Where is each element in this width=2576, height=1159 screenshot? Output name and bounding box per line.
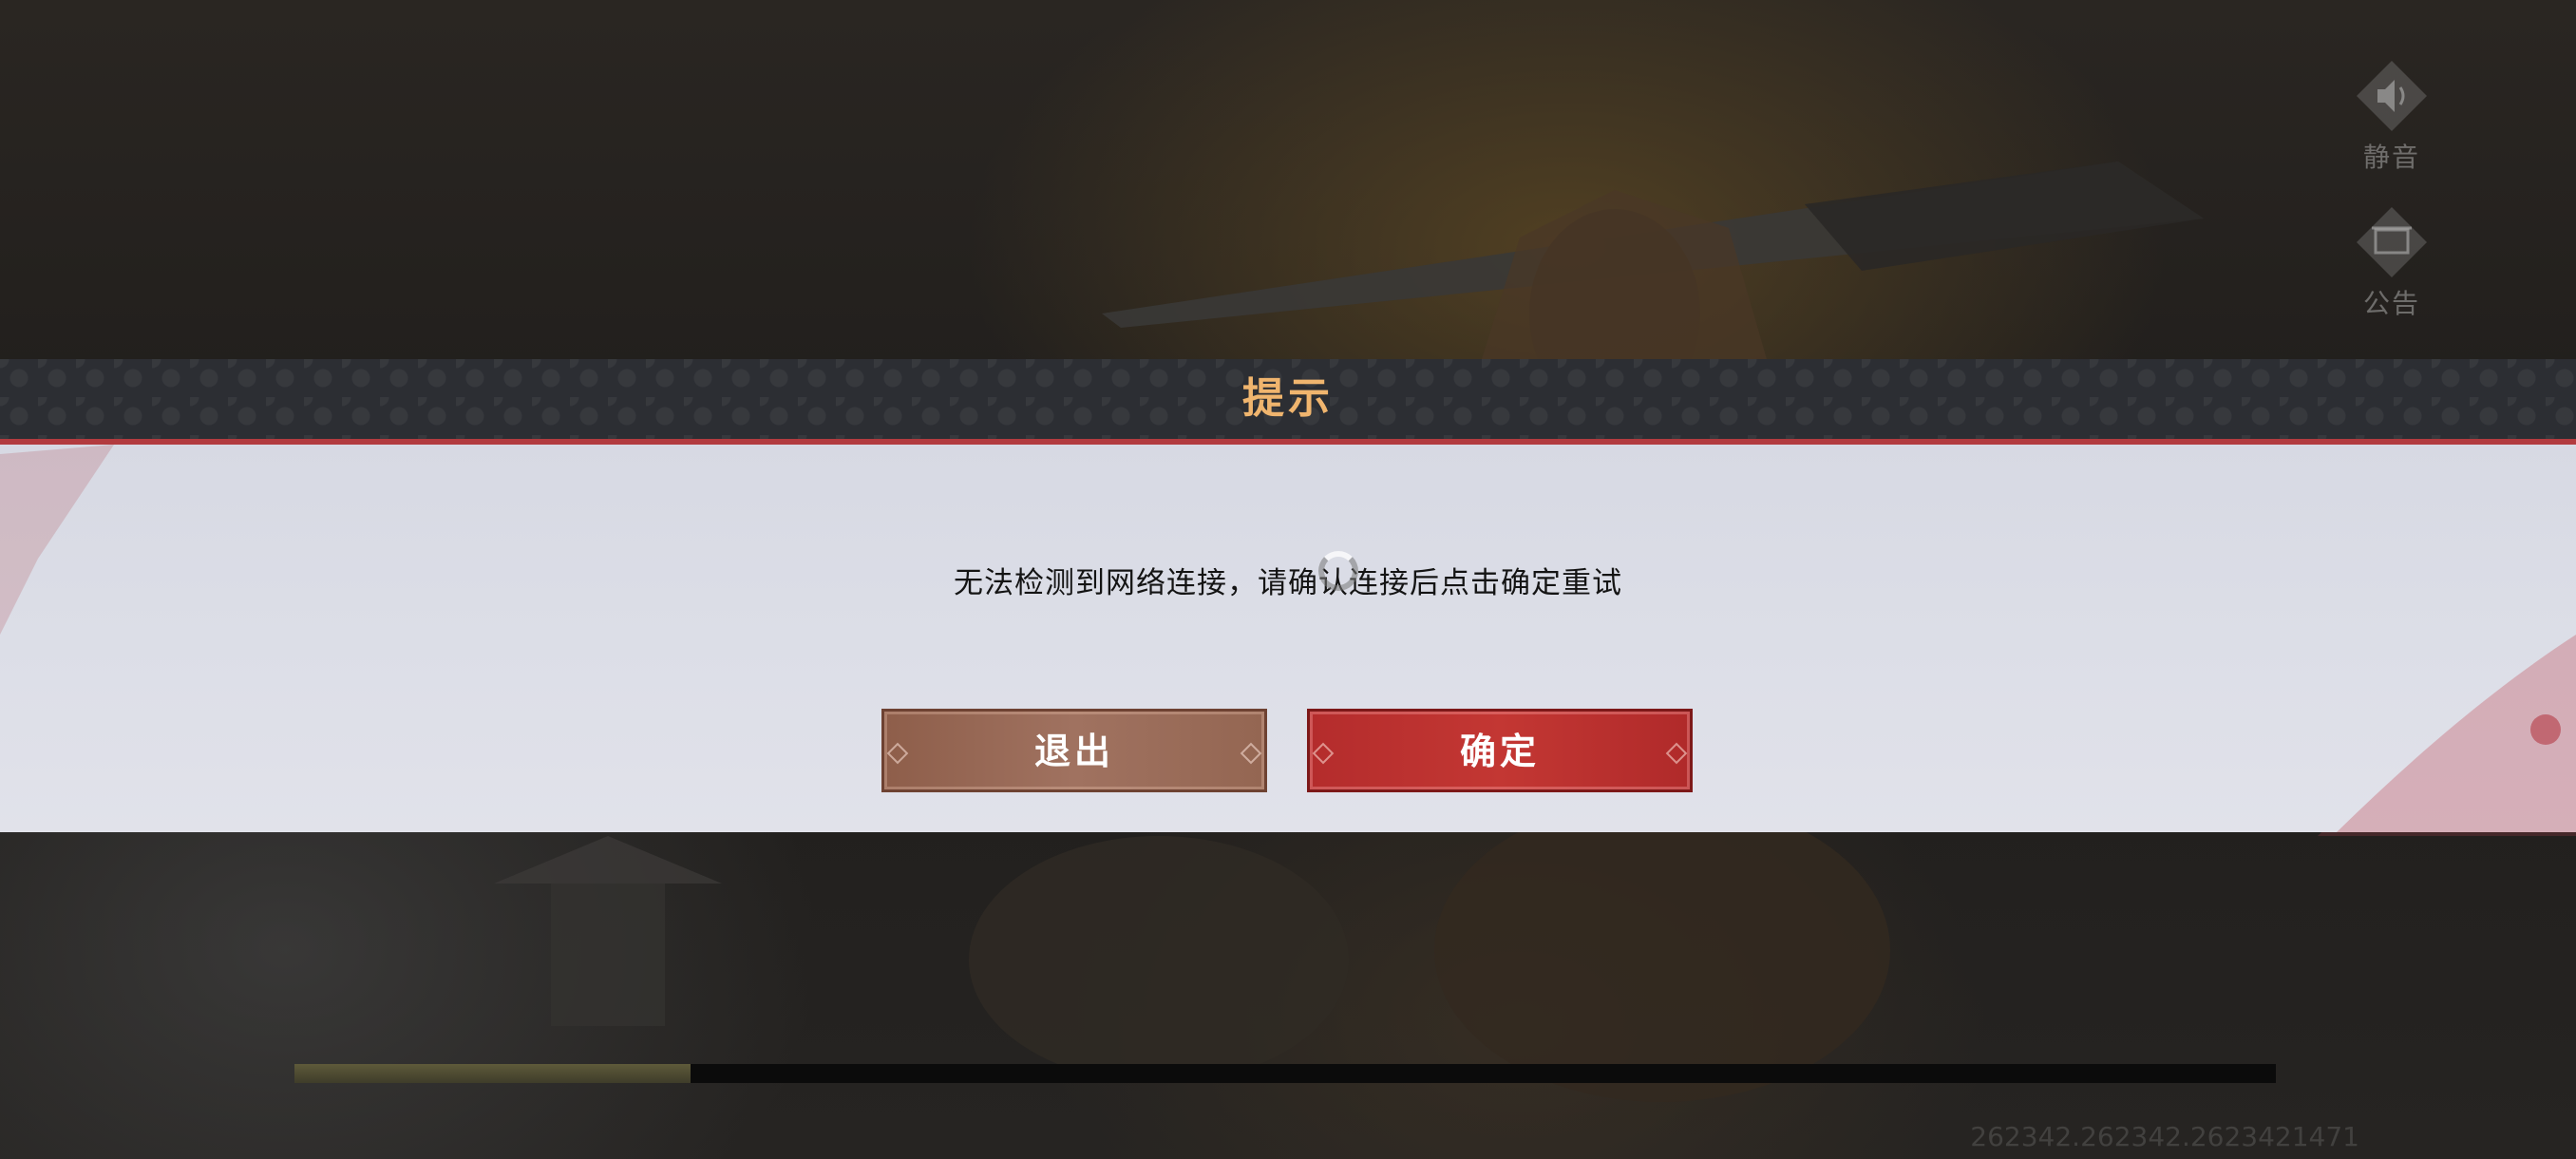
notice-board-icon — [2357, 207, 2427, 277]
loading-progress-bar — [294, 1064, 2276, 1083]
diamond-ornament-icon — [1665, 742, 1688, 765]
diamond-ornament-icon — [1240, 742, 1262, 765]
mute-button[interactable]: 静音 — [2335, 59, 2449, 175]
loading-progress-fill — [294, 1064, 691, 1083]
dialog-body: 无法检测到网络连接，请确认连接后点击确定重试 — [0, 445, 2576, 832]
notice-button[interactable]: 公告 — [2335, 205, 2449, 321]
confirm-button-label: 确定 — [1459, 731, 1540, 772]
ink-decoration — [0, 445, 2576, 832]
diamond-ornament-icon — [1312, 742, 1335, 765]
dialog-title: 提示 — [1242, 374, 1334, 423]
dialog-message: 无法检测到网络连接，请确认连接后点击确定重试 — [954, 566, 1622, 600]
loading-spinner-icon — [1318, 551, 1358, 591]
diamond-ornament-icon — [886, 742, 909, 765]
version-text: 262342.262342.2623421471 — [1970, 1121, 2359, 1152]
confirm-button[interactable]: 确定 — [1307, 709, 1693, 792]
notice-label: 公告 — [2362, 288, 2420, 319]
speaker-icon — [2357, 61, 2427, 131]
exit-button[interactable]: 退出 — [881, 709, 1267, 792]
game-screen: 静音 公告 提示 无法检测到网络连接，请确认连接后点击确定重试 退出 确定 26… — [0, 0, 2576, 1159]
mute-label: 静音 — [2362, 142, 2420, 173]
exit-button-label: 退出 — [1033, 731, 1114, 772]
dialog-header: 提示 — [0, 359, 2576, 445]
